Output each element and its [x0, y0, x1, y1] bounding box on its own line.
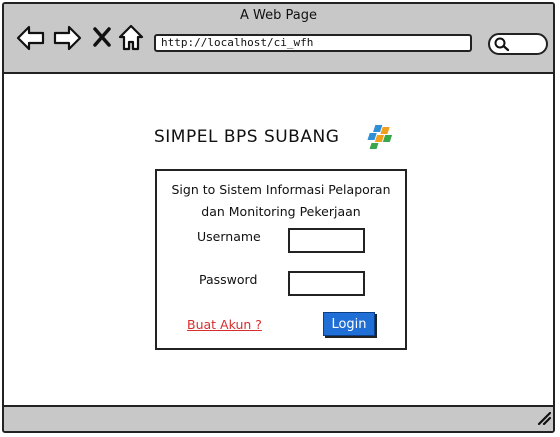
address-bar[interactable]: http://localhost/ci_wfh — [154, 34, 472, 52]
resize-grip-icon[interactable] — [535, 409, 552, 429]
app-title: SIMPEL BPS SUBANG — [154, 127, 340, 147]
forward-arrow-icon[interactable] — [52, 24, 82, 56]
login-button[interactable]: Login — [323, 312, 375, 336]
browser-chrome: A Web Page http://localhost/ci_wfh — [4, 4, 553, 74]
login-heading-line1: Sign to Sistem Informasi Pelaporan — [171, 182, 391, 197]
search-field[interactable] — [488, 33, 548, 55]
password-input[interactable] — [288, 271, 365, 296]
username-input[interactable] — [288, 228, 365, 253]
login-panel: Sign to Sistem Informasi Pelaporan dan M… — [155, 169, 407, 350]
window-title: A Web Page — [240, 8, 317, 23]
home-icon[interactable] — [118, 24, 144, 56]
close-x-icon[interactable] — [92, 26, 112, 52]
status-bar — [4, 405, 553, 431]
username-label: Username — [197, 229, 261, 244]
login-heading: Sign to Sistem Informasi Pelaporan dan M… — [157, 179, 405, 223]
search-icon — [493, 36, 511, 56]
browser-window: A Web Page http://localhost/ci_wfh SIMPE… — [2, 2, 555, 433]
password-label: Password — [199, 272, 258, 287]
back-arrow-icon[interactable] — [16, 24, 46, 56]
bps-logo-icon — [364, 123, 400, 155]
login-heading-line2: dan Monitoring Pekerjaan — [201, 204, 361, 219]
create-account-link[interactable]: Buat Akun ? — [187, 317, 262, 332]
page-content: SIMPEL BPS SUBANG Sign to Sistem Informa… — [4, 74, 553, 410]
